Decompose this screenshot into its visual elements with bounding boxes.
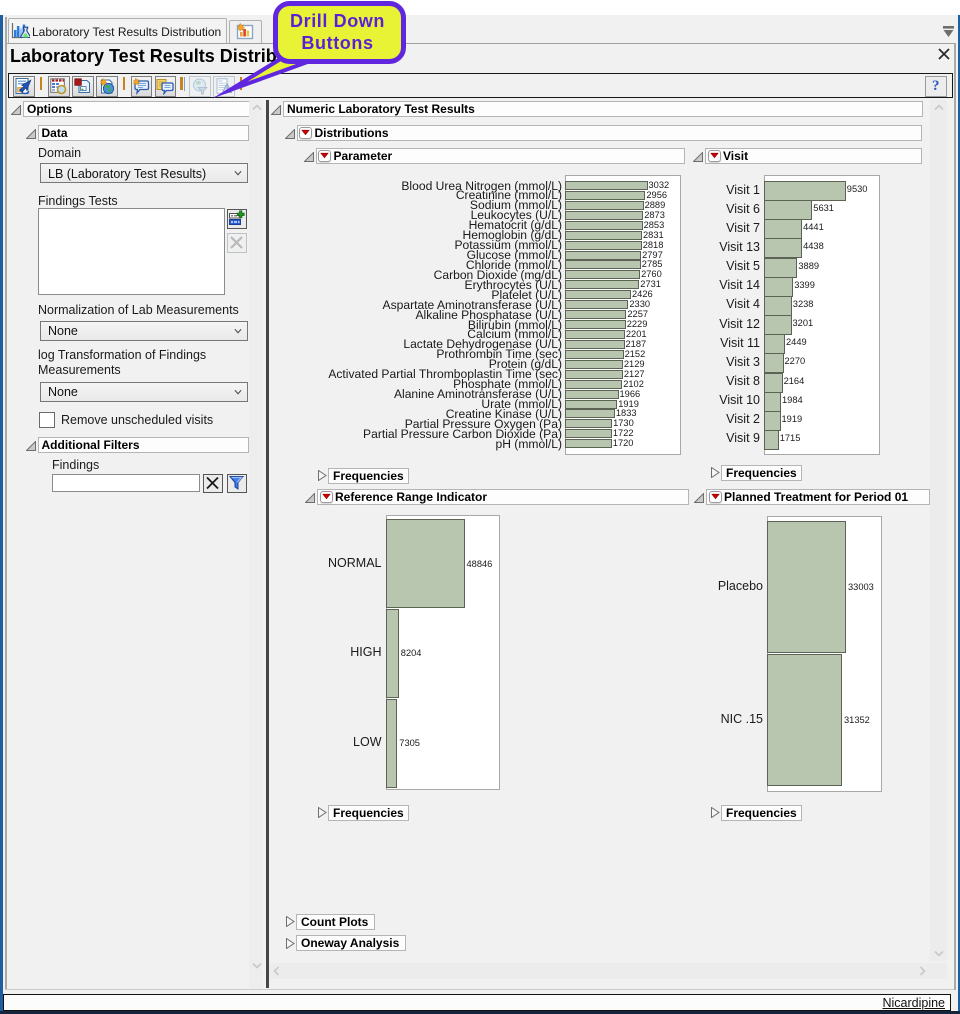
- svg-text:Drill Down: Drill Down: [290, 11, 385, 31]
- svg-text:Buttons: Buttons: [301, 33, 373, 53]
